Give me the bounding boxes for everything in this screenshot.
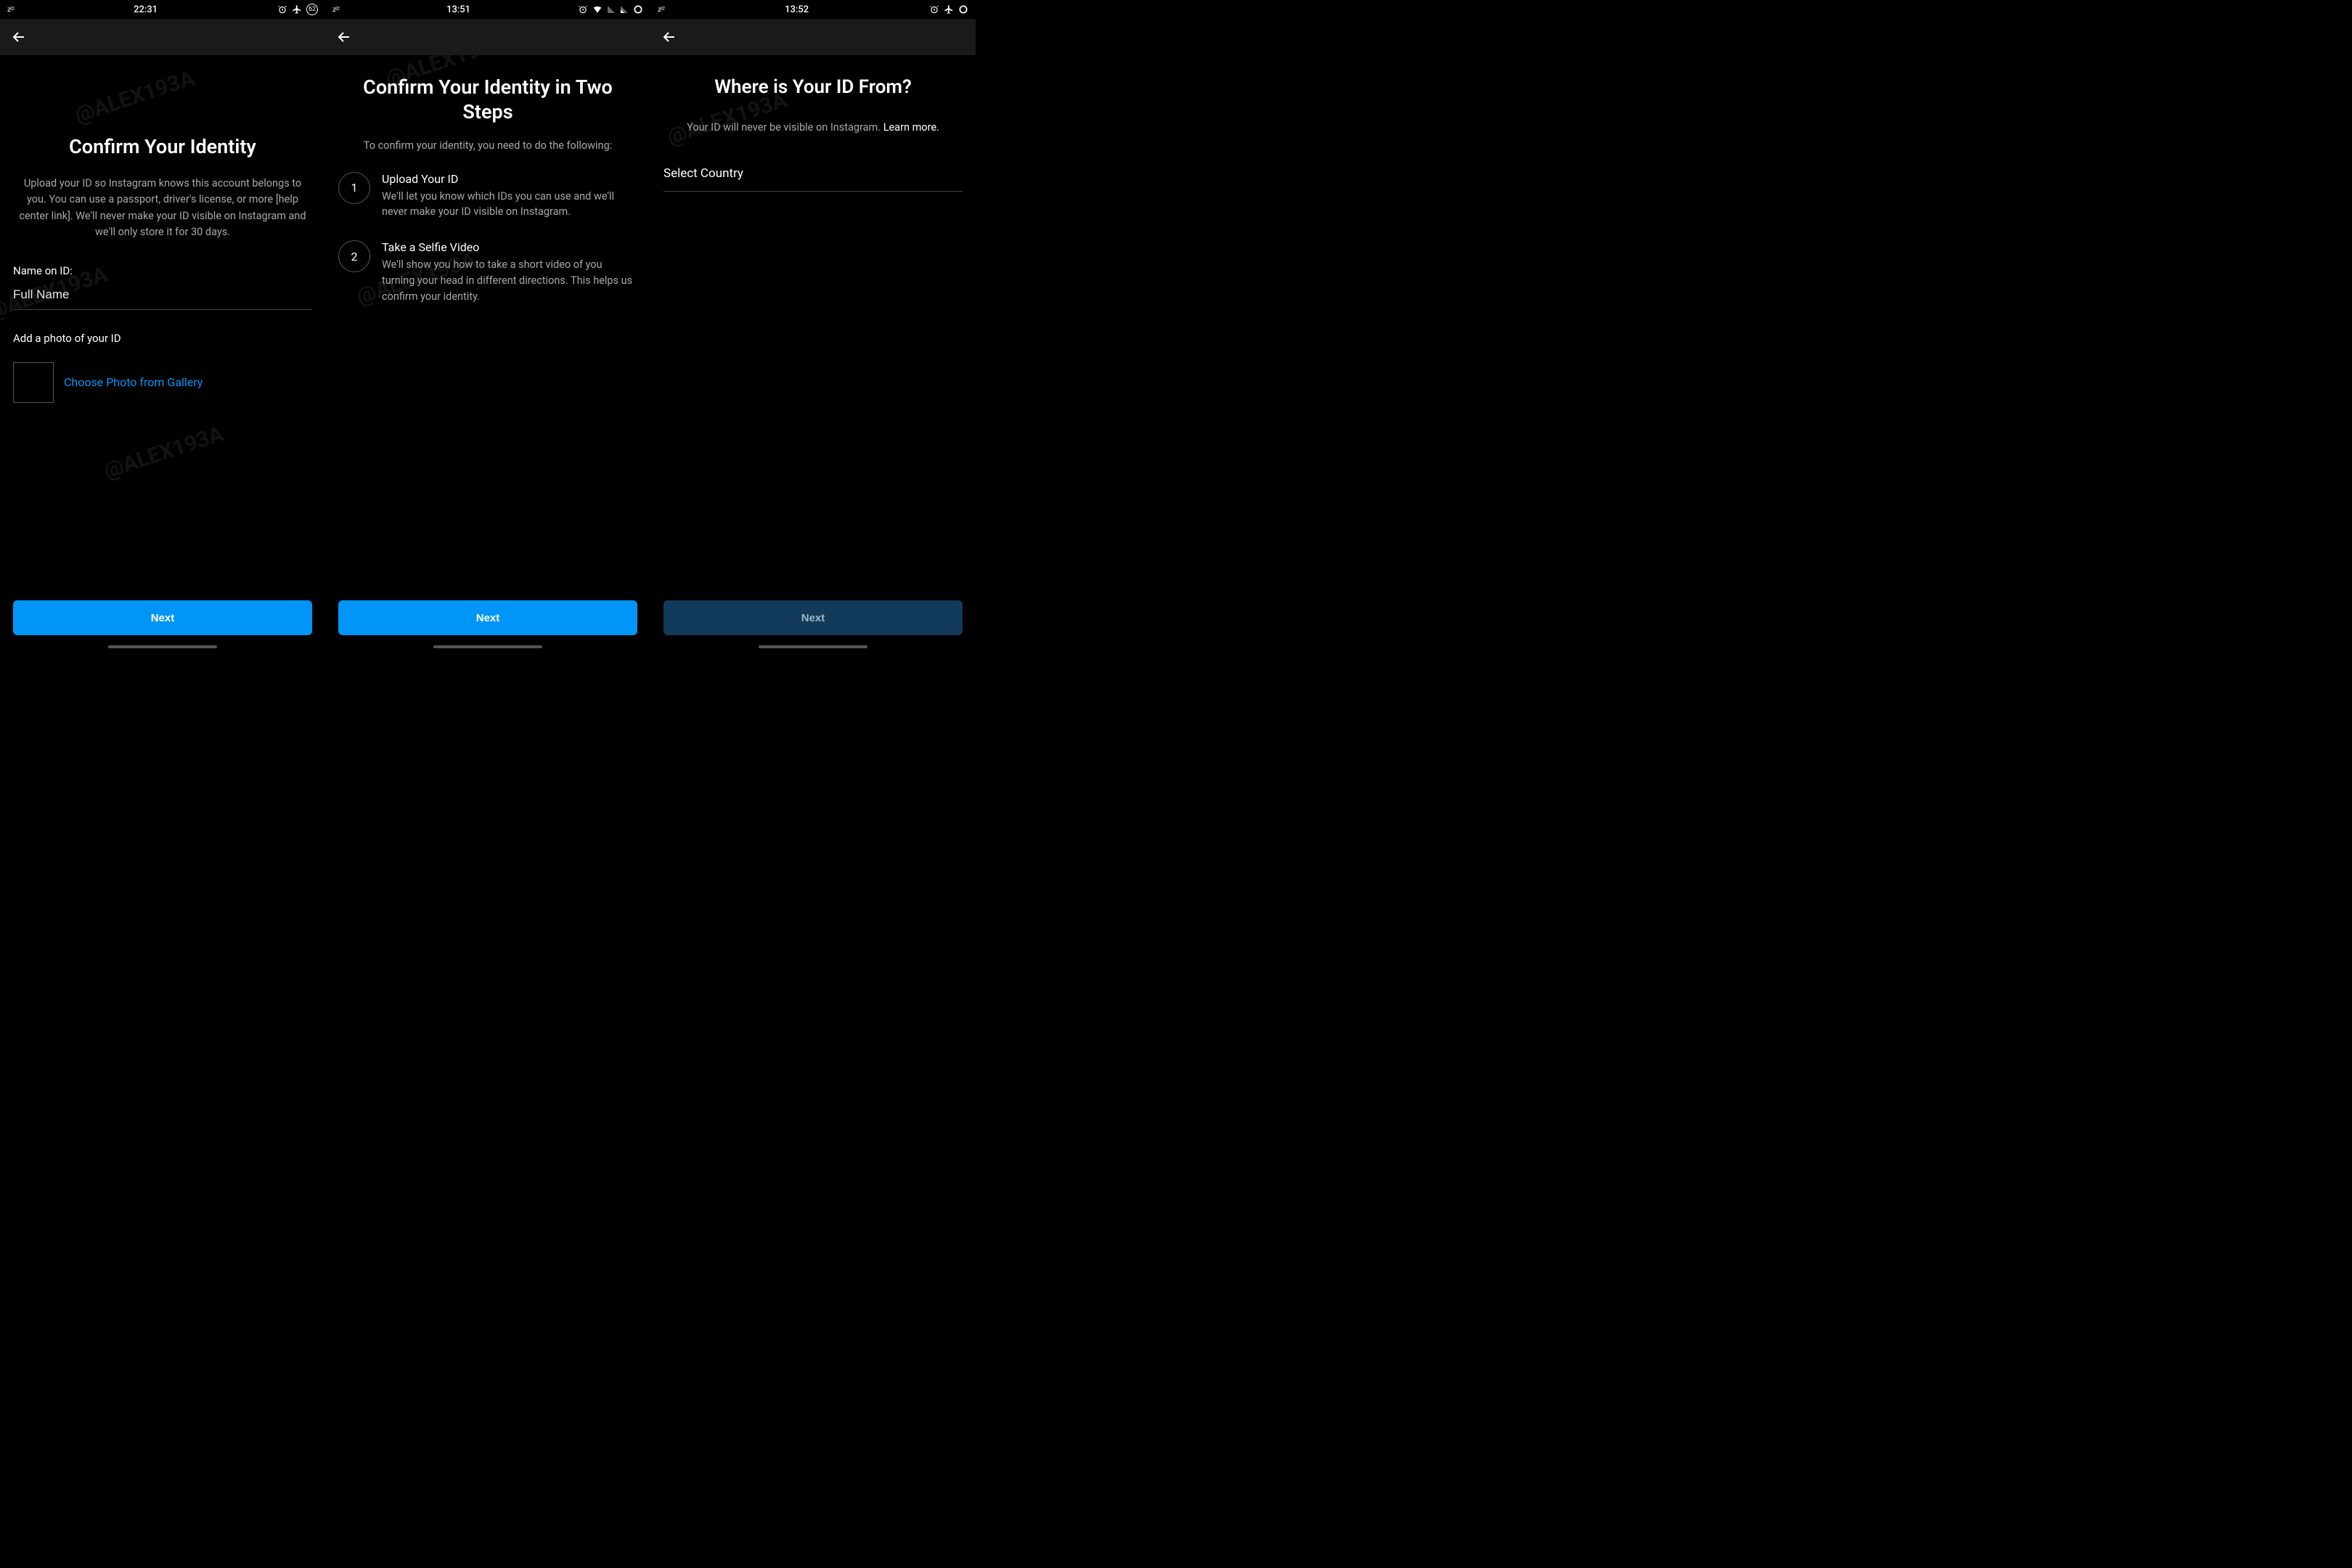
sleep-icon: zᶻᶻ [7,6,14,14]
step-item: 2 Take a Selfie Video We'll show you how… [338,240,637,304]
sleep-icon: zᶻᶻ [658,6,664,14]
alarm-icon [578,4,588,15]
step-number: 2 [338,240,370,272]
learn-more-link[interactable]: Learn more. [883,121,939,134]
screen-where-id-from: zᶻᶻ 13:52 @ALEX193A Where is Your ID Fro… [650,0,976,651]
page-subtext: Upload your ID so Instagram knows this a… [13,176,312,241]
battery-icon: 62 [306,4,318,15]
select-country-row[interactable]: Select Country [663,156,963,192]
full-name-input[interactable] [13,277,312,310]
step-title: Upload Your ID [382,172,637,186]
status-bar: zᶻᶻ 22:31 62 [0,0,325,19]
watermark: @ALEX193A [72,65,197,128]
airplane-icon [292,4,302,15]
wifi-icon [592,4,603,15]
photo-label: Add a photo of your ID [13,332,312,345]
name-label: Name on ID: [13,264,312,277]
signal-icon [607,5,616,14]
back-button[interactable] [659,27,679,47]
app-bar [0,19,325,55]
screen-two-steps: zᶻᶻ 13:51 @ALEX193A @ALEX193A [325,0,650,651]
page-title: Confirm Your Identity [13,135,312,160]
choose-photo-link[interactable]: Choose Photo from Gallery [64,375,203,389]
next-button[interactable]: Next [13,600,312,635]
app-bar [325,19,650,55]
sleep-icon: zᶻᶻ [332,6,339,14]
nav-handle [108,645,217,648]
app-bar [650,19,976,55]
step-desc: We'll let you know which IDs you can use… [382,189,637,221]
next-button[interactable]: Next [338,600,637,635]
airplane-icon [944,4,954,15]
signal-icon-2 [620,5,629,14]
step-number: 1 [338,172,370,204]
alarm-icon [929,4,939,15]
watermark: @ALEX193A [101,421,226,483]
status-bar: zᶻᶻ 13:52 [650,0,976,19]
screen-confirm-identity: zᶻᶻ 22:31 62 @ALEX193A @ALEX193A @ALEX19… [0,0,325,651]
circle-icon [958,4,968,15]
circle-icon [633,4,643,15]
steps-intro: To confirm your identity, you need to do… [338,139,637,152]
nav-handle [433,645,542,648]
page-title: Where is Your ID From? [663,75,963,99]
alarm-icon [277,4,287,15]
status-time: 13:52 [664,4,929,15]
back-button[interactable] [9,27,29,47]
step-desc: We'll show you how to take a short video… [382,257,637,304]
step-item: 1 Upload Your ID We'll let you know whic… [338,172,637,221]
back-button[interactable] [334,27,354,47]
status-bar: zᶻᶻ 13:51 [325,0,650,19]
subtext-text: Your ID will never be visible on Instagr… [687,121,883,134]
next-button[interactable]: Next [663,600,963,635]
step-title: Take a Selfie Video [382,240,637,254]
page-title: Confirm Your Identity in Two Steps [338,75,637,125]
page-subtext: Your ID will never be visible on Instagr… [663,120,963,136]
select-country-label: Select Country [663,166,743,181]
photo-thumbnail-box[interactable] [13,362,54,403]
status-time: 13:51 [339,4,578,15]
nav-handle [759,645,867,648]
status-time: 22:31 [14,4,277,15]
